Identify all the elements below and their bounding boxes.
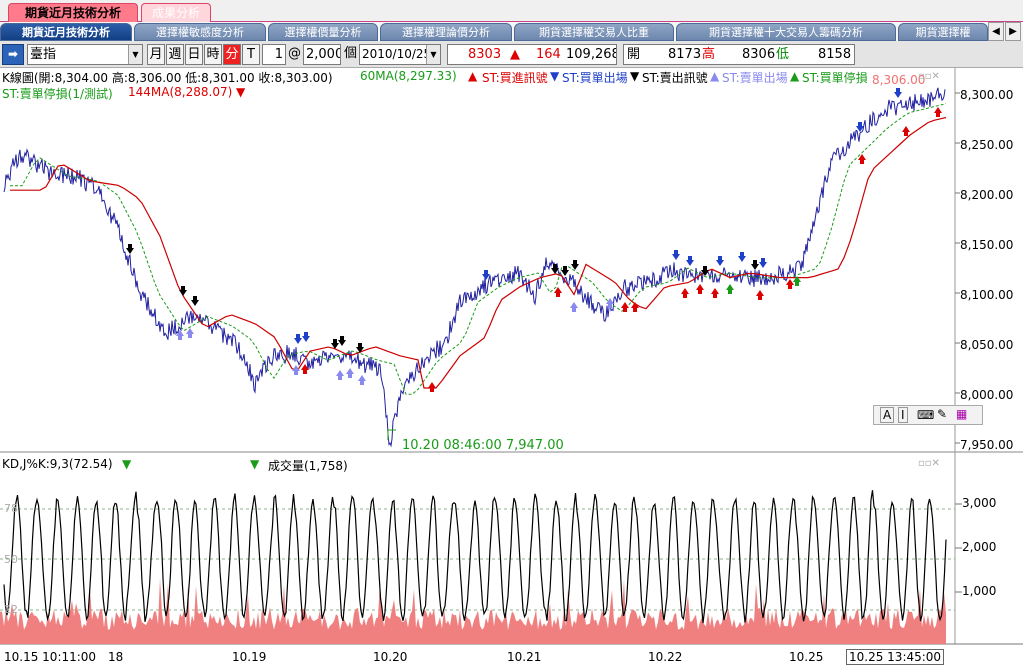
period-week-button[interactable]: 週	[166, 44, 184, 65]
y-tick-8050: 8,050.00	[960, 338, 1014, 352]
ma144-marker-icon: ▼	[236, 85, 246, 99]
low-point-annotation: 10.20 08:46:00 7,947.00	[402, 438, 564, 453]
open-label: 開	[627, 47, 641, 62]
st-sell-stop-label: ST:賣單停損(1/測試)	[2, 87, 113, 101]
tab-scroll-right-button[interactable]: ▶	[1005, 22, 1021, 41]
go-arrow-icon[interactable]: ➡	[2, 44, 24, 65]
book-icon[interactable]: ▦	[956, 407, 967, 421]
high-label: 高	[702, 47, 716, 62]
x-date-1021: 10.21	[507, 650, 542, 664]
text-tool-a[interactable]: A	[880, 407, 895, 423]
count-input[interactable]: 2,000	[303, 44, 341, 65]
x-extra-label: 18	[108, 650, 124, 664]
kline-label: K線圖(開:8,304.00 高:8,306.00 低:8,301.00 收:8…	[2, 71, 333, 85]
y-tick-8200: 8,200.00	[960, 188, 1014, 202]
low-value: 8158	[818, 47, 852, 62]
kd-marker-icon: ▼	[122, 457, 132, 471]
symbol-select[interactable]: 臺指 ▼	[27, 44, 143, 65]
sell-signal-icon: ▼	[630, 69, 640, 83]
x-date-1022: 10.22	[648, 650, 683, 664]
drawing-toolbar: A I ⌨ ✎ ▦	[873, 405, 983, 425]
subtab-theoretical-price[interactable]: 選擇權理論價分析	[380, 23, 512, 41]
chart-area[interactable]: K線圖(開:8,304.00 高:8,306.00 低:8,301.00 收:8…	[0, 68, 1023, 667]
x-date-1025: 10.25	[789, 650, 824, 664]
low-label: 低	[776, 47, 790, 62]
x-start-time: 10.15 10:11:00	[4, 650, 97, 664]
count-unit-label: 個	[342, 44, 358, 65]
chevron-down-icon[interactable]: ▼	[426, 45, 440, 64]
date-select[interactable]: 2010/10/25 ▼	[359, 44, 441, 65]
y-tick-7950: 7,950.00	[960, 438, 1014, 452]
st-buy-exit-label: ST:買單出場	[562, 71, 628, 85]
buy-exit-icon: ▼	[550, 69, 560, 83]
buy-stop-icon: ▲	[790, 69, 800, 83]
price-change: 164	[536, 47, 561, 62]
vol-tick-3000: 3,000	[962, 496, 997, 510]
open-value: 8173	[668, 47, 702, 62]
price-panel-window-buttons[interactable]: ▫▫✕	[918, 71, 940, 82]
keyboard-icon[interactable]: ⌨	[917, 408, 934, 422]
tab-futures-technical[interactable]: 期貨近月技術分析	[8, 3, 138, 22]
x-date-1019: 10.19	[232, 650, 267, 664]
kd-level-78: 78	[4, 502, 18, 515]
volume-label: 成交量(1,758)	[268, 459, 348, 473]
interval-input[interactable]: 1	[262, 44, 286, 65]
subtab-sensitivity[interactable]: 選擇權敏感度分析	[134, 23, 266, 41]
st-buy-signal-label: ST:買進訊號	[482, 71, 548, 85]
st-sell-exit-label: ST:賣單出場	[722, 71, 788, 85]
sub-tab-bar: 期貨近月技術分析 選擇權敏感度分析 選擇權價量分析 選擇權理論價分析 期貨選擇權…	[0, 22, 1023, 41]
y-tick-8150: 8,150.00	[960, 238, 1014, 252]
period-day-button[interactable]: 日	[185, 44, 203, 65]
period-tick-button[interactable]: T	[242, 44, 260, 65]
chevron-down-icon[interactable]: ▼	[128, 45, 142, 64]
high-value: 8306	[742, 47, 776, 62]
ma60-label: 60MA(8,297.33)	[360, 69, 457, 83]
toolbar: ➡ 臺指 ▼ 月 週 日 時 分 T 1 @ 2,000 個 2010/10/2…	[0, 41, 1023, 68]
last-price: 8303	[468, 47, 502, 62]
ohl-box: 開 8173 高 8306 低 8158	[623, 44, 855, 65]
kd-label: KD,J%K:9,3(72.54)	[2, 457, 113, 471]
y-tick-8250: 8,250.00	[960, 138, 1014, 152]
subtab-options[interactable]: 期貨選擇權	[898, 23, 988, 41]
tab-results-analysis[interactable]: 成果分析	[141, 3, 211, 22]
y-tick-8300: 8,300.00	[960, 88, 1014, 102]
sell-exit-icon: ▲	[710, 69, 720, 83]
quote-box: 8303 ▲ 164 109,268	[447, 44, 617, 65]
y-tick-8100: 8,100.00	[960, 288, 1014, 302]
st-buy-stop-label: ST:買單停損	[802, 71, 868, 85]
x-end-time: 10.25 13:45:00	[846, 649, 945, 665]
text-tool-i[interactable]: I	[898, 407, 908, 423]
volume-marker-icon: ▼	[250, 457, 260, 471]
ma144-label: 144MA(8,288.07)	[128, 85, 233, 99]
subtab-trader-ratio[interactable]: 期貨選擇權交易人比重	[514, 23, 674, 41]
y-tick-8000: 8,000.00	[960, 388, 1014, 402]
subtab-top10-traders[interactable]: 期貨選擇權十大交易人籌碼分析	[676, 23, 896, 41]
symbol-value: 臺指	[30, 47, 57, 62]
period-month-button[interactable]: 月	[147, 44, 165, 65]
indicator-panel-window-buttons[interactable]: ▫▫✕	[918, 458, 940, 469]
at-label: @	[286, 44, 302, 65]
top-tab-bar: 期貨近月技術分析 成果分析	[0, 0, 1023, 22]
buy-signal-icon: ▲	[468, 69, 478, 83]
tab-scroll-left-button[interactable]: ◀	[988, 22, 1004, 41]
st-sell-signal-label: ST:賣出訊號	[642, 71, 708, 85]
kd-level-22: 22	[4, 603, 18, 616]
chart-canvas[interactable]	[0, 68, 1023, 667]
subtab-price-volume[interactable]: 選擇權價量分析	[268, 23, 378, 41]
kd-level-50: 50	[4, 553, 18, 566]
app-window: 期貨近月技術分析 成果分析 期貨近月技術分析 選擇權敏感度分析 選擇權價量分析 …	[0, 0, 1023, 667]
subtab-futures-technical[interactable]: 期貨近月技術分析	[0, 23, 132, 41]
date-value: 2010/10/25	[362, 47, 432, 61]
total-volume: 109,268	[566, 47, 617, 62]
up-arrow-icon: ▲	[510, 47, 520, 62]
vol-tick-1000: 1,000	[962, 584, 997, 598]
period-minute-button[interactable]: 分	[223, 44, 241, 65]
pencil-icon[interactable]: ✎	[937, 407, 947, 421]
x-date-1020: 10.20	[373, 650, 408, 664]
vol-tick-2000: 2,000	[962, 540, 997, 554]
period-hour-button[interactable]: 時	[204, 44, 222, 65]
